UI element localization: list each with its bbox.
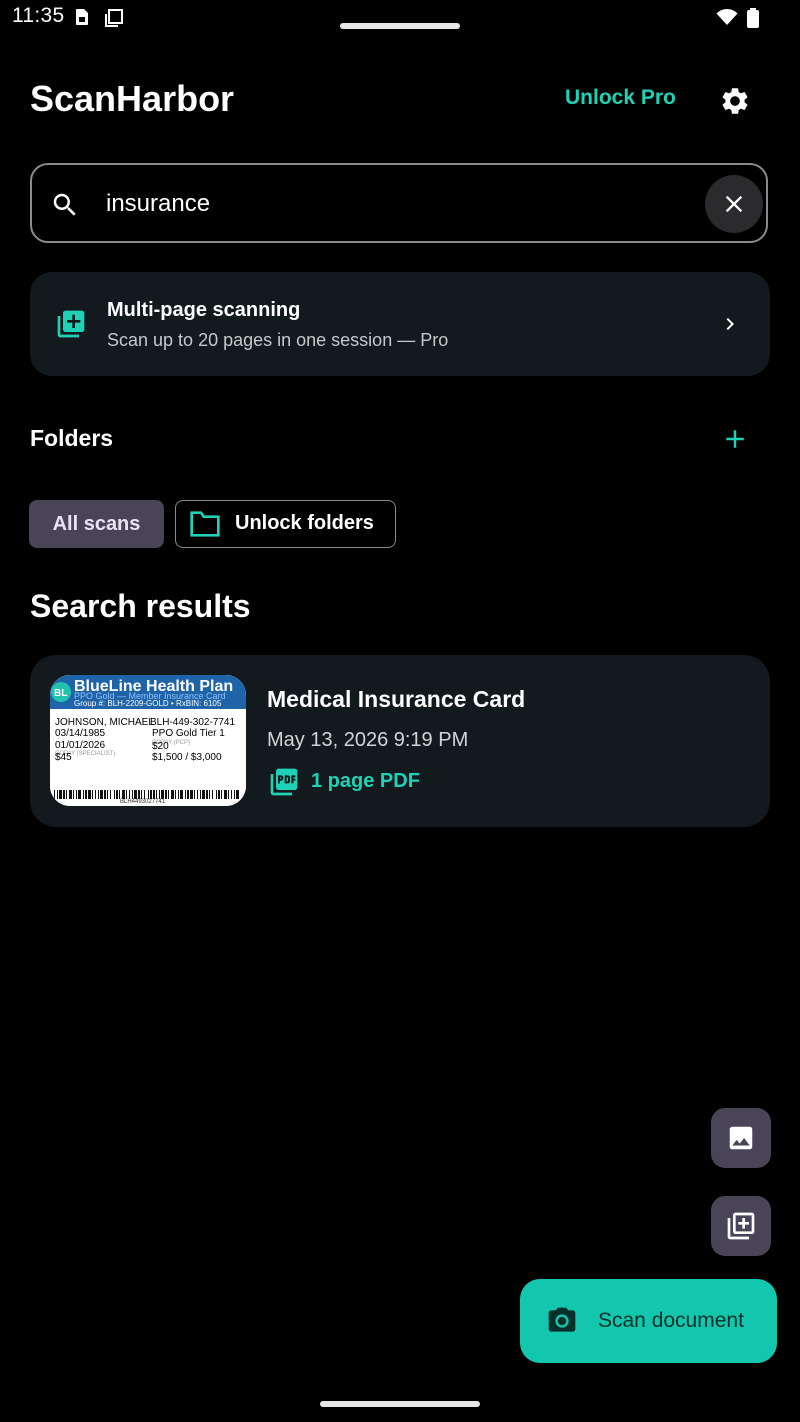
status-handle	[340, 23, 460, 29]
thumb-member-id: BLH-449-302-7741	[150, 717, 235, 728]
scan-document-label: Scan document	[598, 1309, 744, 1332]
thumb-barcode-text: BLH4493027741	[120, 799, 166, 805]
folder-icon	[190, 511, 220, 537]
add-pages-icon	[727, 1212, 755, 1240]
thumb-member-name: JOHNSON, MICHAEL	[55, 717, 154, 728]
plus-icon	[726, 430, 744, 448]
battery-icon	[747, 8, 759, 28]
thumb-plan-tier: PPO Gold Tier 1	[152, 728, 225, 739]
document-title: Medical Insurance Card	[267, 686, 526, 712]
thumb-logo: BL	[54, 688, 67, 699]
thumb-dob: 03/14/1985	[55, 728, 105, 739]
camera-icon	[548, 1307, 576, 1332]
document-thumbnail: BL BlueLine Health Plan PPO Gold — Membe…	[50, 675, 246, 806]
thumb-copay-pcp: $20	[152, 741, 169, 752]
chevron-right-icon	[726, 318, 734, 330]
document-date: May 13, 2026 9:19 PM	[267, 729, 469, 751]
status-time: 11:35	[12, 4, 65, 27]
search-input[interactable]	[106, 186, 686, 222]
close-icon	[725, 195, 743, 213]
image-icon	[729, 1126, 753, 1150]
clear-search-button[interactable]	[705, 175, 763, 233]
thumb-deductible: $1,500 / $3,000	[152, 752, 222, 763]
unlock-pro-button[interactable]: Unlock Pro	[565, 86, 676, 110]
gear-icon	[722, 88, 748, 114]
multi-page-promo-card[interactable]	[30, 272, 770, 376]
wifi-icon	[716, 9, 738, 25]
navigation-handle[interactable]	[320, 1401, 480, 1407]
pdf-icon	[270, 768, 298, 796]
sim-card-icon	[76, 9, 88, 25]
screenshot-icon	[105, 9, 123, 27]
multi-page-scan-button[interactable]	[711, 1196, 771, 1256]
chip-all-scans[interactable]: All scans	[29, 500, 164, 548]
folders-heading: Folders	[30, 425, 114, 451]
chip-unlock-folders-label: Unlock folders	[235, 512, 374, 534]
thumb-group-line: Group #: BLH-2209-GOLD • RxBIN: 6105	[74, 699, 222, 708]
app-title: ScanHarbor	[30, 78, 235, 119]
add-folder-button[interactable]	[720, 424, 750, 454]
import-image-button[interactable]	[711, 1108, 771, 1168]
thumb-effective: 01/01/2026	[55, 740, 105, 751]
settings-button[interactable]	[716, 82, 754, 120]
thumb-copay-specialist: $45	[55, 752, 72, 763]
promo-subtitle: Scan up to 20 pages in one session — Pro	[107, 330, 449, 350]
promo-title: Multi-page scanning	[107, 299, 301, 321]
add-pages-icon	[57, 310, 85, 338]
document-page-count: 1 page PDF	[311, 770, 420, 792]
search-icon	[53, 193, 76, 216]
search-results-heading: Search results	[30, 588, 251, 624]
